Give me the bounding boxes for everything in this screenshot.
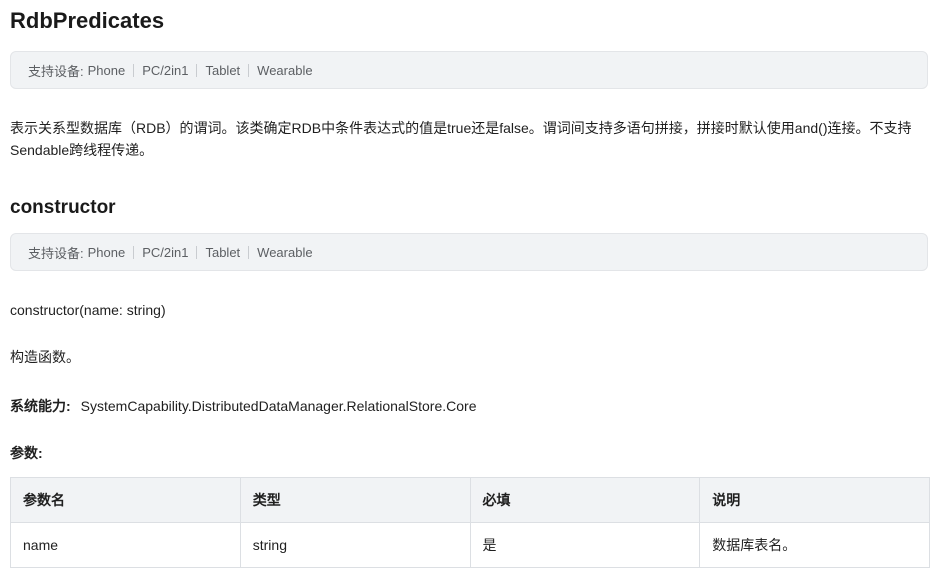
table-cell: string <box>239 522 471 568</box>
device-tablet: Tablet <box>205 244 241 260</box>
system-capability: 系统能力: SystemCapability.DistributedDataMan… <box>10 396 477 416</box>
constructor-heading: constructor <box>10 197 116 218</box>
constructor-signature: constructor(name: string) <box>10 302 166 318</box>
column-header: 必填 <box>469 477 701 523</box>
device-pc: PC/2in1 <box>142 62 189 78</box>
divider <box>196 245 198 259</box>
page-title: RdbPredicates <box>10 8 165 33</box>
column-header: 类型 <box>239 477 471 523</box>
supported-devices-bar: 支持设备: Phone PC/2in1 Tablet Wearable <box>10 51 928 89</box>
constructor-summary: 构造函数。 <box>10 349 80 365</box>
params-table: 参数名 类型 必填 说明 name string 是 数据库表名。 <box>10 477 930 568</box>
devices-label: 支持设备: <box>28 245 84 261</box>
divider <box>133 63 135 77</box>
device-pc: PC/2in1 <box>142 244 189 260</box>
divider <box>196 63 198 77</box>
syscap-label: 系统能力: <box>10 398 71 414</box>
divider <box>133 245 135 259</box>
column-header: 参数名 <box>10 477 241 523</box>
syscap-value: SystemCapability.DistributedDataManager.… <box>80 398 477 414</box>
divider <box>248 63 250 77</box>
constructor-supported-devices-bar: 支持设备: Phone PC/2in1 Tablet Wearable <box>10 233 928 271</box>
device-tablet: Tablet <box>205 62 241 78</box>
params-label: 参数: <box>10 445 43 461</box>
device-phone: Phone <box>87 62 126 78</box>
devices-label: 支持设备: <box>28 63 84 79</box>
table-row: name string 是 数据库表名。 <box>10 522 930 568</box>
device-wearable: Wearable <box>257 244 313 260</box>
device-wearable: Wearable <box>257 62 313 78</box>
table-cell: name <box>10 522 241 568</box>
class-description: 表示关系型数据库（RDB）的谓词。该类确定RDB中条件表达式的值是true还是f… <box>10 120 912 158</box>
table-header-row: 参数名 类型 必填 说明 <box>10 477 930 523</box>
column-header: 说明 <box>699 477 930 523</box>
table-cell: 是 <box>469 522 701 568</box>
device-phone: Phone <box>87 244 126 260</box>
divider <box>248 245 250 259</box>
table-cell: 数据库表名。 <box>699 522 930 568</box>
